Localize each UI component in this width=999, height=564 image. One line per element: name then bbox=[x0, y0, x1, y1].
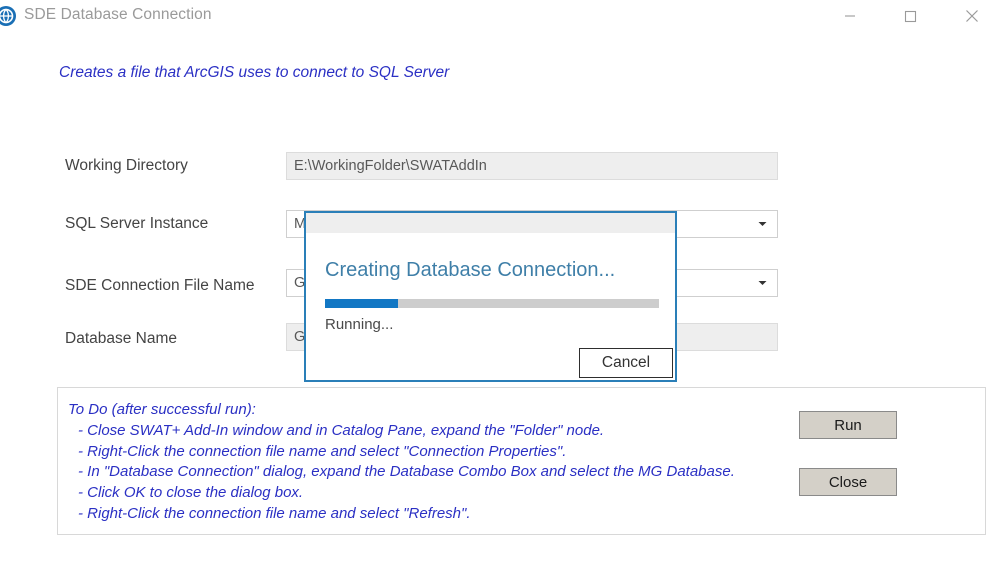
run-button[interactable]: Run bbox=[799, 411, 897, 439]
chevron-down-icon[interactable] bbox=[747, 270, 777, 296]
progress-status-text: Running... bbox=[325, 316, 393, 333]
window-titlebar: SDE Database Connection bbox=[0, 0, 999, 38]
maximize-button[interactable] bbox=[887, 0, 933, 32]
working-directory-value: E:\WorkingFolder\SWATAddIn bbox=[287, 158, 487, 174]
todo-item: - In "Database Connection" dialog, expan… bbox=[78, 462, 735, 483]
working-directory-field: E:\WorkingFolder\SWATAddIn bbox=[286, 152, 778, 180]
app-globe-icon bbox=[0, 5, 17, 27]
todo-heading: To Do (after successful run): bbox=[68, 400, 735, 421]
todo-item: - Click OK to close the dialog box. bbox=[78, 483, 735, 504]
todo-item: - Right-Click the connection file name a… bbox=[78, 442, 735, 463]
sde-connection-file-name-value: G bbox=[287, 275, 305, 291]
todo-item: - Close SWAT+ Add-In window and in Catal… bbox=[78, 421, 735, 442]
close-dialog-button[interactable]: Close bbox=[799, 468, 897, 496]
database-name-value: G bbox=[287, 329, 305, 345]
todo-panel: To Do (after successful run): - Close SW… bbox=[57, 387, 986, 535]
cancel-button[interactable]: Cancel bbox=[579, 348, 673, 378]
page-subtitle: Creates a file that ArcGIS uses to conne… bbox=[59, 64, 449, 82]
chevron-down-icon[interactable] bbox=[747, 211, 777, 237]
todo-item: - Right-Click the connection file name a… bbox=[78, 504, 735, 525]
label-sde-connection-file-name: SDE Connection File Name bbox=[65, 277, 255, 295]
progress-bar-fill bbox=[325, 299, 398, 308]
todo-list: To Do (after successful run): - Close SW… bbox=[68, 400, 735, 525]
progress-bar bbox=[325, 299, 659, 308]
progress-dialog-titlebar bbox=[306, 213, 675, 233]
label-database-name: Database Name bbox=[65, 330, 177, 348]
window-title: SDE Database Connection bbox=[24, 6, 212, 24]
label-working-directory: Working Directory bbox=[65, 157, 188, 175]
close-button[interactable] bbox=[949, 0, 995, 32]
progress-dialog: Creating Database Connection... Running.… bbox=[304, 211, 677, 382]
label-sql-server-instance: SQL Server Instance bbox=[65, 215, 208, 233]
minimize-button[interactable] bbox=[827, 0, 873, 32]
progress-dialog-title: Creating Database Connection... bbox=[325, 259, 615, 282]
